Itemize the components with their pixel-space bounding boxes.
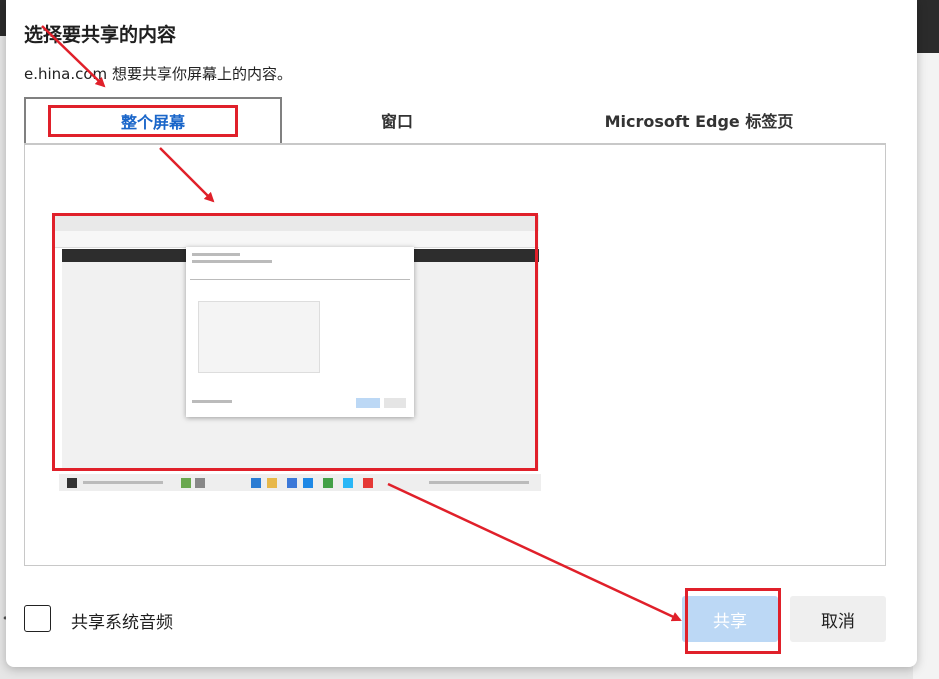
share-audio-checkbox[interactable] [24, 605, 51, 632]
app-icon [181, 478, 191, 488]
tab-edge-tabs[interactable]: Microsoft Edge 标签页 [512, 97, 886, 143]
folder-icon [267, 478, 277, 488]
start-icon [67, 478, 77, 488]
app-icon [195, 478, 205, 488]
app-icon [363, 478, 373, 488]
edge-icon [251, 478, 261, 488]
app-icon [287, 478, 297, 488]
tab-window[interactable]: 窗口 [282, 97, 512, 143]
app-icon [323, 478, 333, 488]
share-audio-label: 共享系统音频 [71, 613, 173, 633]
dialog-subtitle: e.hina.com 想要共享你屏幕上的内容。 [24, 65, 292, 83]
app-icon [343, 478, 353, 488]
app-icon [303, 478, 313, 488]
thumb-taskbar [59, 474, 541, 491]
dialog-title: 选择要共享的内容 [24, 24, 177, 46]
annotation-highlight-tab [48, 105, 238, 137]
annotation-highlight-thumbnail [52, 213, 538, 471]
system-tray [429, 481, 529, 484]
search-box [83, 481, 163, 484]
annotation-highlight-share [685, 588, 781, 654]
cancel-button[interactable]: 取消 [790, 596, 886, 642]
